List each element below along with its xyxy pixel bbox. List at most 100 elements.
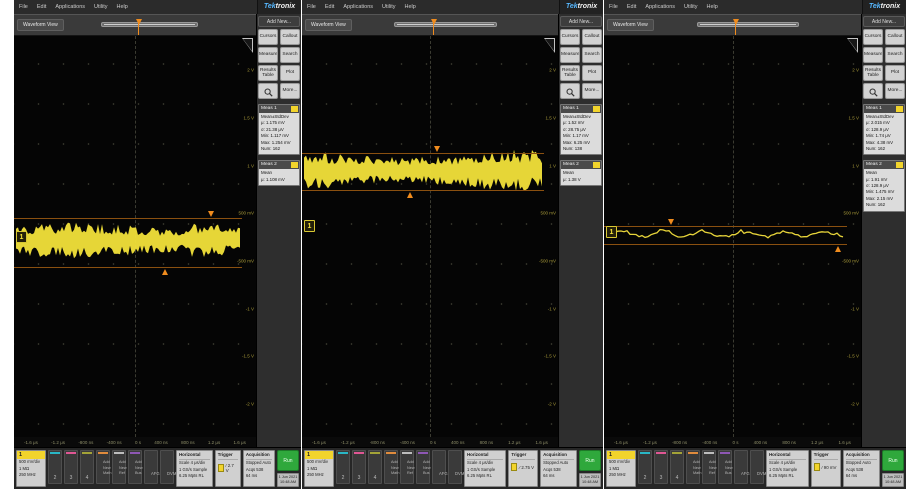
run-stop-button[interactable]: Run — [579, 450, 601, 471]
add-new-math-button[interactable]: AddNewMath — [96, 450, 110, 484]
add-new-ref-button[interactable]: AddNewRef — [112, 450, 126, 484]
measurement-badge-1[interactable]: Meas 1 Mean±StdDevμ: 1.175 mVσ: 21.38 μV… — [258, 104, 300, 155]
add-new-ref-button[interactable]: AddNewRef — [702, 450, 716, 484]
menu-item-edit[interactable]: Edit — [325, 4, 334, 10]
horizontal-position-bar[interactable] — [697, 22, 800, 27]
zoom-button[interactable] — [863, 83, 883, 99]
callout-button[interactable]: Callout — [280, 29, 300, 45]
marker-down-icon[interactable] — [208, 211, 214, 217]
trigger-panel[interactable]: Trigger ∕ 2.75 V — [508, 450, 538, 487]
channel3-button[interactable]: 3 — [352, 450, 366, 484]
measurement-badge-2[interactable]: Meas 2 Meanμ: 1.38 V — [560, 160, 602, 186]
channel3-button[interactable]: 3 — [654, 450, 668, 484]
search-button[interactable]: Search — [885, 47, 905, 63]
horizontal-panel[interactable]: Horizontal Scale 4 μs/div1 GS/s Sample6.… — [464, 450, 506, 487]
cursor-line-bottom[interactable] — [604, 244, 847, 245]
acquisition-panel[interactable]: Acquisition Stopped AutoAcqs 53864 ms — [540, 450, 577, 487]
results-table-button[interactable]: Results Table — [560, 65, 580, 81]
menu-item-applications[interactable]: Applications — [645, 4, 675, 10]
menu-item-file[interactable]: File — [307, 4, 316, 10]
waveform-display[interactable]: 1 2 V1.5 V1 V500 mV-500 mV-1 V-1.5 V-2 V — [14, 36, 256, 437]
measurement-badge-2[interactable]: Meas 2 Meanμ: 1.108 mV — [258, 160, 300, 186]
more-button[interactable]: More... — [582, 83, 602, 99]
results-table-button[interactable]: Results Table — [863, 65, 883, 81]
cursor-line-top[interactable] — [604, 226, 847, 227]
channel1-badge[interactable]: 1 500 mV/div1 MΩ250 MHz — [16, 450, 46, 487]
add-new-button[interactable]: Add New... — [863, 16, 905, 27]
channel1-ground-marker[interactable]: 1 — [16, 231, 27, 243]
add-new-bus-button[interactable]: AddNewBus — [128, 450, 142, 484]
waveform-display[interactable]: 1 2 V1.5 V1 V500 mV-500 mV-1 V-1.5 V-2 V — [604, 36, 861, 437]
search-button[interactable]: Search — [582, 47, 602, 63]
waveform-view-tab[interactable]: Waveform View — [305, 19, 352, 31]
menu-item-applications[interactable]: Applications — [55, 4, 85, 10]
trigger-position-icon[interactable] — [431, 19, 437, 25]
measurement-badge-1[interactable]: Meas 1 Mean±StdDevμ: 1.52 mVσ: 28.75 μVM… — [560, 104, 602, 155]
results-table-button[interactable]: Results Table — [258, 65, 278, 81]
channel2-button[interactable]: 2 — [48, 450, 62, 484]
waveform-display[interactable]: 1 2 V1.5 V1 V500 mV-500 mV-1 V-1.5 V-2 V — [302, 36, 558, 437]
trigger-position-icon[interactable] — [733, 19, 739, 25]
marker-up-icon[interactable] — [162, 269, 168, 275]
more-button[interactable]: More... — [280, 83, 300, 99]
more-button[interactable]: More... — [885, 83, 905, 99]
measure-button[interactable]: Measure — [258, 47, 278, 63]
afg-button[interactable]: AFG — [144, 450, 158, 484]
trigger-panel[interactable]: Trigger ∕ 90 mV — [811, 450, 841, 487]
menu-item-help[interactable]: Help — [404, 4, 415, 10]
channel1-badge[interactable]: 1 500 mV/div1 MΩ250 MHz — [606, 450, 636, 487]
horizontal-panel[interactable]: Horizontal Scale 4 μs/div1 GS/s Sample6.… — [766, 450, 809, 487]
cursors-button[interactable]: Cursors — [258, 29, 278, 45]
add-new-math-button[interactable]: AddNewMath — [384, 450, 398, 484]
channel4-button[interactable]: 4 — [80, 450, 94, 484]
run-stop-button[interactable]: Run — [882, 450, 904, 471]
add-new-ref-button[interactable]: AddNewRef — [400, 450, 414, 484]
menu-item-utility[interactable]: Utility — [684, 4, 697, 10]
waveform-view-tab[interactable]: Waveform View — [607, 19, 654, 31]
cursors-button[interactable]: Cursors — [560, 29, 580, 45]
menu-item-utility[interactable]: Utility — [382, 4, 395, 10]
add-new-bus-button[interactable]: AddNewBus — [416, 450, 430, 484]
trigger-panel[interactable]: Trigger ∕ 2.7 V — [215, 450, 241, 487]
zoom-button[interactable] — [258, 83, 278, 99]
channel3-button[interactable]: 3 — [64, 450, 78, 484]
acquisition-panel[interactable]: Acquisition Stopped AutoAcqs 53864 ms — [843, 450, 880, 487]
channel4-button[interactable]: 4 — [368, 450, 382, 484]
channel1-ground-marker[interactable]: 1 — [606, 226, 617, 238]
measure-button[interactable]: Measure — [863, 47, 883, 63]
add-new-button[interactable]: Add New... — [560, 16, 602, 27]
horizontal-position-bar[interactable] — [394, 22, 496, 27]
add-new-button[interactable]: Add New... — [258, 16, 300, 27]
horizontal-panel[interactable]: Horizontal Scale 4 μs/div1 GS/s Sample6.… — [176, 450, 213, 487]
marker-up-icon[interactable] — [407, 192, 413, 198]
menu-item-file[interactable]: File — [609, 4, 618, 10]
menu-item-help[interactable]: Help — [706, 4, 717, 10]
search-button[interactable]: Search — [280, 47, 300, 63]
callout-button[interactable]: Callout — [582, 29, 602, 45]
acquisition-panel[interactable]: Acquisition Stopped AutoAcqs 53864 ms — [243, 450, 275, 487]
dvm-button[interactable]: DVM — [448, 450, 462, 484]
measurement-badge-1[interactable]: Meas 1 Mean±StdDevμ: 2.015 mVσ: 128.9 μV… — [863, 104, 905, 155]
menu-item-file[interactable]: File — [19, 4, 28, 10]
measurement-badge-2[interactable]: Meas 2 Meanμ: 1.91 mVσ: 128.9 μVMin: 1.4… — [863, 160, 905, 211]
dvm-button[interactable]: DVM — [750, 450, 764, 484]
channel1-badge[interactable]: 1 500 mV/div1 MΩ250 MHz — [304, 450, 334, 487]
afg-button[interactable]: AFG — [734, 450, 748, 484]
plot-button[interactable]: Plot — [582, 65, 602, 81]
cursor-line-top[interactable] — [302, 153, 544, 154]
channel2-button[interactable]: 2 — [638, 450, 652, 484]
plot-button[interactable]: Plot — [280, 65, 300, 81]
cursor-line-top[interactable] — [14, 218, 242, 219]
afg-button[interactable]: AFG — [432, 450, 446, 484]
menu-item-help[interactable]: Help — [116, 4, 127, 10]
menu-item-edit[interactable]: Edit — [37, 4, 46, 10]
plot-button[interactable]: Plot — [885, 65, 905, 81]
marker-down-icon[interactable] — [434, 146, 440, 152]
measure-button[interactable]: Measure — [560, 47, 580, 63]
dvm-button[interactable]: DVM — [160, 450, 174, 484]
run-stop-button[interactable]: Run — [277, 450, 299, 471]
menu-item-utility[interactable]: Utility — [94, 4, 107, 10]
channel4-button[interactable]: 4 — [670, 450, 684, 484]
add-new-math-button[interactable]: AddNewMath — [686, 450, 700, 484]
waveform-view-tab[interactable]: Waveform View — [17, 19, 64, 31]
